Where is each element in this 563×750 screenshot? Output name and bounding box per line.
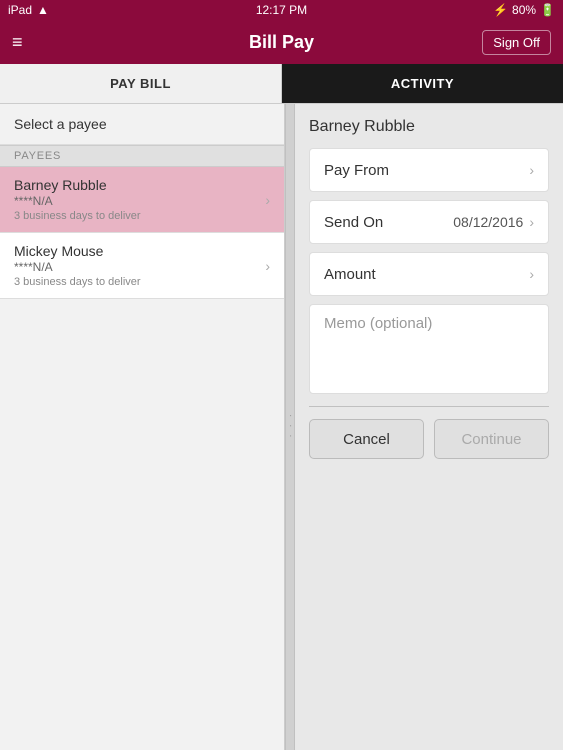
send-on-value-container: 08/12/2016 › [453, 214, 534, 230]
payee-delivery-mickey: 3 business days to deliver [14, 276, 141, 288]
send-on-date: 08/12/2016 [453, 214, 523, 230]
menu-icon[interactable]: ≡ [12, 32, 23, 53]
status-bar: iPad ▲ 12:17 PM ⚡ 80% 🔋 [0, 0, 563, 20]
pay-from-row[interactable]: Pay From › [309, 148, 549, 192]
app-header: ≡ Bill Pay Sign Off [0, 20, 563, 64]
payee-info-barney: Barney Rubble ****N/A 3 business days to… [14, 177, 141, 222]
status-left: iPad ▲ [8, 3, 49, 17]
amount-row[interactable]: Amount › [309, 252, 549, 296]
chevron-right-icon-2: › [265, 258, 270, 274]
sign-off-button[interactable]: Sign Off [482, 30, 551, 55]
tab-bar: PAY BILL ACTIVITY [0, 64, 563, 104]
left-panel: Select a payee PAYEES Barney Rubble ****… [0, 104, 285, 750]
send-on-label: Send On [324, 214, 383, 231]
payee-name-mickey: Mickey Mouse [14, 243, 141, 259]
payee-delivery-barney: 3 business days to deliver [14, 210, 141, 222]
wifi-icon: ▲ [37, 3, 49, 17]
send-on-chevron-icon: › [529, 214, 534, 230]
memo-placeholder: Memo (optional) [324, 315, 432, 332]
selected-payee-name: Barney Rubble [309, 118, 549, 136]
continue-button[interactable]: Continue [434, 419, 549, 459]
status-time: 12:17 PM [256, 3, 307, 17]
pay-from-chevron-icon: › [529, 162, 534, 178]
memo-box[interactable]: Memo (optional) [309, 304, 549, 394]
select-payee-header: Select a payee [0, 104, 284, 145]
battery-icon: 🔋 [540, 3, 555, 17]
amount-chevron-icon: › [529, 266, 534, 282]
payee-account-mickey: ****N/A [14, 260, 141, 274]
carrier-label: iPad [8, 3, 32, 17]
status-right: ⚡ 80% 🔋 [493, 3, 555, 17]
separator-line [309, 406, 549, 407]
payee-item-mickey[interactable]: Mickey Mouse ****N/A 3 business days to … [0, 233, 284, 299]
header-title: Bill Pay [249, 32, 314, 53]
payee-account-barney: ****N/A [14, 194, 141, 208]
amount-label: Amount [324, 266, 376, 283]
payee-name-barney: Barney Rubble [14, 177, 141, 193]
pay-from-label: Pay From [324, 162, 389, 179]
main-content: Select a payee PAYEES Barney Rubble ****… [0, 104, 563, 750]
divider-handle: · · · [285, 104, 295, 750]
button-row: Cancel Continue [309, 419, 549, 459]
payee-item-barney[interactable]: Barney Rubble ****N/A 3 business days to… [0, 167, 284, 233]
cancel-button[interactable]: Cancel [309, 419, 424, 459]
send-on-row[interactable]: Send On 08/12/2016 › [309, 200, 549, 244]
payees-section-header: PAYEES [0, 145, 284, 167]
tab-activity[interactable]: ACTIVITY [282, 64, 563, 103]
battery-level: 80% [512, 3, 536, 17]
chevron-right-icon: › [265, 192, 270, 208]
tab-pay-bill[interactable]: PAY BILL [0, 64, 282, 103]
right-panel: Barney Rubble Pay From › Send On 08/12/2… [295, 104, 563, 750]
payee-info-mickey: Mickey Mouse ****N/A 3 business days to … [14, 243, 141, 288]
bluetooth-icon: ⚡ [493, 3, 508, 17]
